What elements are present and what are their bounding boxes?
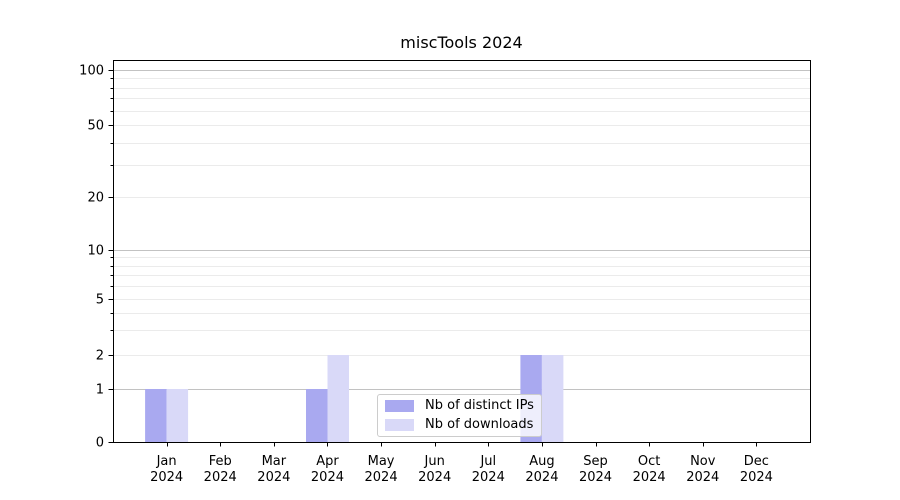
legend-label-distinct-ips: Nb of distinct IPs: [425, 398, 534, 414]
x-tick-label-year: 2024: [150, 470, 183, 485]
x-tick-label-year: 2024: [686, 470, 719, 485]
x-tick-label-month: Aug: [529, 454, 554, 469]
bar-aug-downloads: [542, 355, 564, 442]
y-tick-label: 1: [96, 383, 104, 398]
bar-apr-distinct-ips: [306, 389, 328, 442]
bar-jan-downloads: [167, 389, 189, 442]
y-tick-label: 5: [96, 293, 104, 308]
x-tick-label-year: 2024: [311, 470, 344, 485]
x-tick-label-month: Jan: [156, 454, 177, 469]
x-tick-label-year: 2024: [472, 470, 505, 485]
x-tick-label-year: 2024: [525, 470, 558, 485]
x-tick-label-year: 2024: [740, 470, 773, 485]
x-tick-label-year: 2024: [204, 470, 237, 485]
legend-swatch-distinct-ips: [385, 400, 414, 412]
y-tick-label: 20: [87, 191, 104, 206]
legend-swatch-downloads: [385, 419, 414, 431]
legend-item-downloads: Nb of downloads: [385, 417, 535, 433]
x-tick-label-month: Apr: [316, 454, 339, 469]
x-tick-label-month: Jul: [479, 454, 496, 469]
x-tick-label-month: Sep: [583, 454, 608, 469]
figure: miscTools 2024 0125102050100Jan2024Feb20…: [0, 0, 900, 500]
x-tick-label-month: Feb: [209, 454, 232, 469]
legend-item-distinct-ips: Nb of distinct IPs: [385, 398, 535, 414]
x-tick-label-month: Jun: [424, 454, 445, 469]
y-tick-label: 50: [87, 119, 104, 134]
y-tick-label: 2: [96, 349, 104, 364]
y-tick-label: 0: [96, 436, 104, 451]
legend-label-downloads: Nb of downloads: [425, 417, 533, 433]
x-tick-label-year: 2024: [257, 470, 290, 485]
bar-apr-downloads: [328, 355, 350, 442]
y-tick-label: 100: [79, 64, 104, 79]
legend: Nb of distinct IPs Nb of downloads: [377, 394, 542, 437]
x-tick-label-month: Mar: [262, 454, 287, 469]
x-tick-label-month: May: [368, 454, 395, 469]
x-tick-label-month: Oct: [638, 454, 660, 469]
bar-jan-distinct-ips: [145, 389, 167, 442]
x-tick-label-month: Dec: [744, 454, 769, 469]
plot-border: [114, 61, 811, 443]
x-tick-label-year: 2024: [365, 470, 398, 485]
x-tick-label-month: Nov: [690, 454, 716, 469]
x-tick-label-year: 2024: [579, 470, 612, 485]
y-tick-label: 10: [87, 244, 104, 259]
x-tick-label-year: 2024: [418, 470, 451, 485]
x-tick-label-year: 2024: [633, 470, 666, 485]
